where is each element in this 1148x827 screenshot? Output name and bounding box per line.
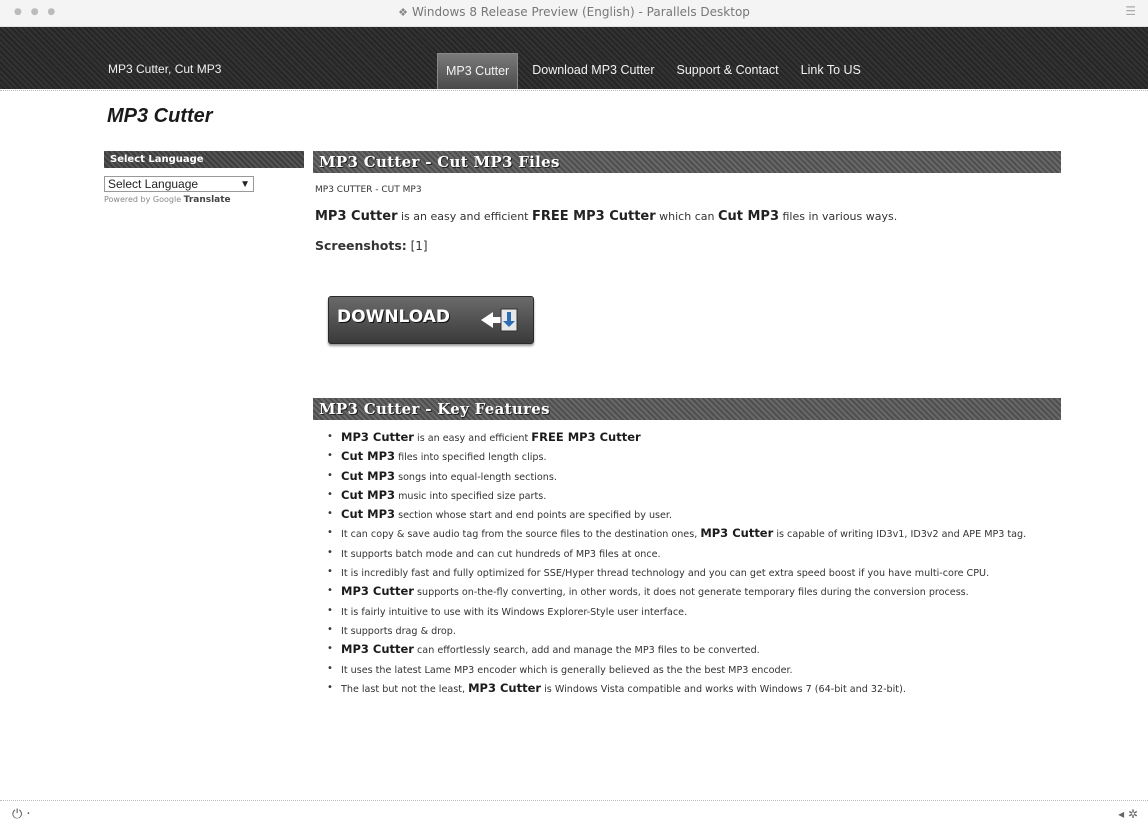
feature-text: is capable of writing ID3v1, ID3v2 and A… <box>773 529 1027 541</box>
nav-item-link-to-us[interactable]: Link To US <box>793 53 869 89</box>
feature-text: music into specified size parts. <box>395 490 547 502</box>
feature-bold-text: Cut MP3 <box>341 468 396 483</box>
intro-text-2: which can <box>655 210 718 223</box>
feature-bold-text: MP3 Cutter <box>468 680 542 695</box>
site-name[interactable]: MP3 Cutter, Cut MP3 <box>108 62 221 76</box>
download-arrow-icon <box>481 308 518 332</box>
header-divider <box>0 90 1148 91</box>
feature-item: MP3 Cutter supports on-the-fly convertin… <box>327 584 1061 600</box>
sidebar: Select Language Select Language ▼ Powere… <box>104 151 304 205</box>
window-title-text: Windows 8 Release Preview (English) - Pa… <box>411 5 750 19</box>
powered-by-google: Powered by Google Translate <box>104 195 304 205</box>
feature-item: It supports batch mode and can cut hundr… <box>327 546 1061 562</box>
nav-item-mp3-cutter[interactable]: MP3 Cutter <box>437 53 519 89</box>
features-list: MP3 Cutter is an easy and efficient FREE… <box>313 430 1061 700</box>
language-select-value: Select Language <box>108 177 199 191</box>
section-title-key-features: MP3 Cutter - Key Features <box>313 398 1061 420</box>
feature-bold-text: MP3 Cutter <box>341 584 414 599</box>
sidebar-heading: Select Language <box>104 151 304 168</box>
subline: MP3 CUTTER - CUT MP3 <box>315 185 422 195</box>
feature-bold-text: MP3 Cutter <box>700 526 774 541</box>
nav-item-download[interactable]: Download MP3 Cutter <box>524 53 662 89</box>
main-content: MP3 Cutter - Cut MP3 Files MP3 CUTTER - … <box>313 151 1061 695</box>
feature-text: It uses the latest Lame MP3 encoder whic… <box>341 664 793 676</box>
feature-text: It is incredibly fast and fully optimize… <box>341 568 990 580</box>
feature-text: supports on-the-fly converting, in other… <box>413 587 969 599</box>
feature-bold-text: MP3 Cutter <box>341 642 414 657</box>
feature-bold-text: FREE MP3 Cutter <box>531 430 641 444</box>
feature-text: files into specified length clips. <box>395 452 547 464</box>
feature-text: It supports drag & drop. <box>341 625 456 637</box>
window-menu-icon[interactable]: ☰ <box>1125 4 1136 18</box>
settings-gear-icon[interactable]: ◂ ✲ <box>1118 807 1138 821</box>
language-select[interactable]: Select Language ▼ <box>104 176 254 192</box>
intro-text-3: files in various ways. <box>779 210 898 223</box>
feature-text: section whose start and end points are s… <box>395 510 673 522</box>
download-button-label: DOWNLOAD <box>337 307 451 327</box>
chevron-down-icon: ▼ <box>240 178 250 190</box>
feature-item: Cut MP3 songs into equal-length sections… <box>327 468 1061 485</box>
feature-bold-text: MP3 Cutter <box>341 430 414 444</box>
feature-item: The last but not the least, MP3 Cutter i… <box>327 680 1061 697</box>
feature-item: Cut MP3 music into specified size parts. <box>327 487 1061 504</box>
power-icon[interactable]: ⏻ · <box>12 807 31 822</box>
feature-text: is an easy and efficient <box>413 433 532 444</box>
window-titlebar: ● ● ● ❖ Windows 8 Release Preview (Englis… <box>0 0 1148 27</box>
feature-text: is Windows Vista compatible and works wi… <box>541 683 906 695</box>
feature-item: It can copy & save audio tag from the so… <box>327 526 1061 542</box>
site-header: MP3 Cutter, Cut MP3 MP3 Cutter Download … <box>0 27 1148 89</box>
intro-bold-2: FREE MP3 Cutter <box>531 209 656 224</box>
feature-item: It is fairly intuitive to use with its W… <box>327 604 1061 620</box>
feature-bold-text: Cut MP3 <box>341 449 396 464</box>
feature-text: songs into equal-length sections. <box>395 471 557 483</box>
section-title-cut-mp3: MP3 Cutter - Cut MP3 Files <box>313 151 1061 173</box>
status-bar: ⏻ · ◂ ✲ <box>0 800 1148 827</box>
feature-text: can effortlessly search, add and manage … <box>413 645 760 657</box>
feature-text: It can copy & save audio tag from the so… <box>341 529 701 541</box>
nav-item-support[interactable]: Support & Contact <box>669 53 787 89</box>
powered-by-text: Powered by Google <box>104 195 182 204</box>
feature-text: It is fairly intuitive to use with its W… <box>341 606 688 618</box>
feature-bold-text: Cut MP3 <box>341 507 396 522</box>
feature-text: It supports batch mode and can cut hundr… <box>341 548 661 560</box>
feature-bold-text: Cut MP3 <box>341 487 396 502</box>
windows-logo-icon: ❖ <box>398 6 408 19</box>
translate-link[interactable]: Translate <box>184 195 231 205</box>
feature-item: MP3 Cutter can effortlessly search, add … <box>327 642 1061 658</box>
screenshots-label: Screenshots: <box>315 238 407 253</box>
features-title-bar: MP3 Cutter - Key Features <box>313 398 1061 420</box>
feature-item: MP3 Cutter is an easy and efficient FREE… <box>327 430 1061 446</box>
main-nav: MP3 Cutter Download MP3 Cutter Support &… <box>437 53 875 89</box>
feature-text: The last but not the least, <box>341 683 469 695</box>
intro-bold-1: MP3 Cutter <box>315 209 398 224</box>
feature-item: It uses the latest Lame MP3 encoder whic… <box>327 662 1061 678</box>
page-title: MP3 Cutter <box>107 105 213 127</box>
intro-paragraph: MP3 Cutter is an easy and efficient FREE… <box>315 209 1061 224</box>
feature-item: It is incredibly fast and fully optimize… <box>327 565 1061 581</box>
intro-bold-3: Cut MP3 <box>717 209 779 224</box>
feature-item: Cut MP3 section whose start and end poin… <box>327 507 1061 523</box>
screenshot-link[interactable]: [1] <box>407 239 428 253</box>
download-button[interactable]: DOWNLOAD <box>328 296 534 344</box>
feature-item: It supports drag & drop. <box>327 623 1061 639</box>
screenshots-line: Screenshots: [1] <box>315 238 1061 253</box>
intro-text-1: is an easy and efficient <box>397 210 532 223</box>
feature-item: Cut MP3 files into specified length clip… <box>327 449 1061 465</box>
window-title: ❖ Windows 8 Release Preview (English) - P… <box>0 5 1148 19</box>
